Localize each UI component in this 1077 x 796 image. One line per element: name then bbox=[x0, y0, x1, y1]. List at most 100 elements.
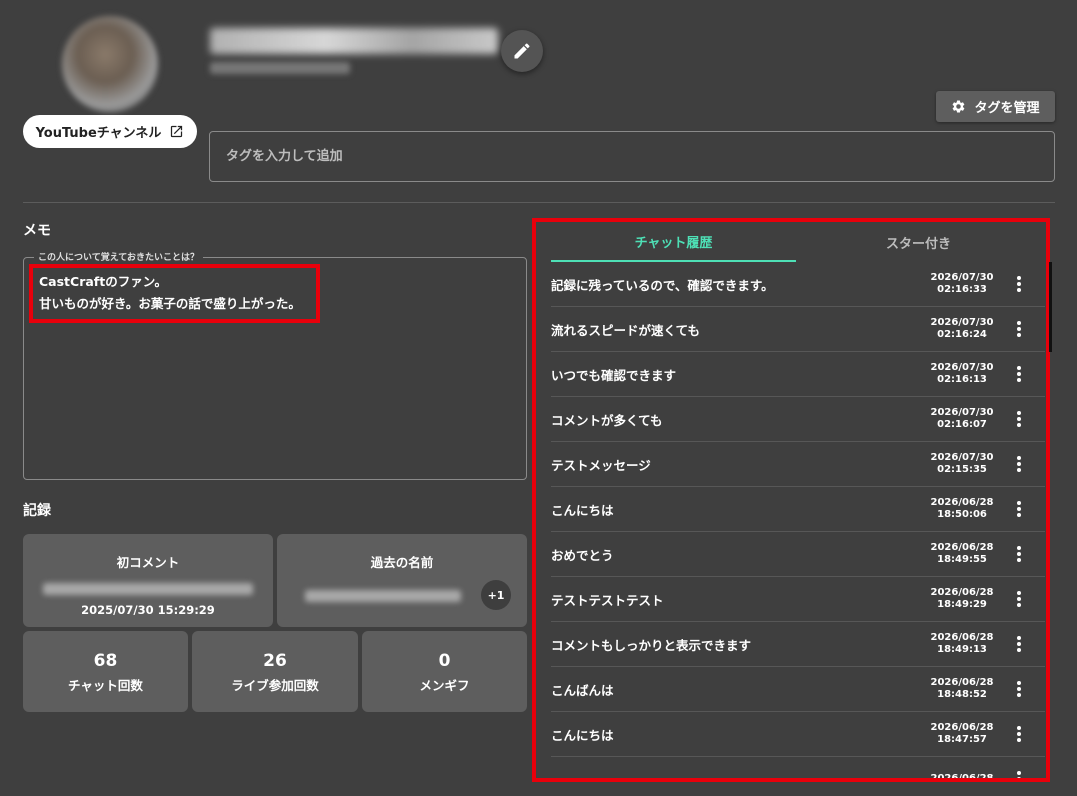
first-comment-label: 初コメント bbox=[116, 555, 180, 570]
chat-time: 18:49:13 bbox=[937, 644, 987, 655]
chat-date: 2026/06/28 bbox=[930, 542, 994, 553]
stat-value: 68 bbox=[93, 651, 118, 671]
chat-message-text: いつでも確認できます bbox=[551, 367, 677, 383]
past-name-blurred bbox=[305, 590, 461, 602]
more-vert-icon bbox=[1017, 321, 1021, 337]
stat-label: メンギフ bbox=[419, 678, 470, 693]
chat-timestamp: 2026/06/28 18:49:55 bbox=[927, 542, 997, 566]
chat-date: 2026/06/28 bbox=[930, 587, 994, 598]
more-vert-icon bbox=[1017, 546, 1021, 562]
chat-row[interactable]: こんにちは 2026/06/28 18:47:57 bbox=[551, 712, 1045, 757]
chat-tabs: チャット履歴 スター付き bbox=[551, 222, 1041, 262]
channel-name-blurred bbox=[210, 28, 498, 54]
more-vert-icon bbox=[1017, 276, 1021, 292]
chat-message-text: こんにちは bbox=[551, 502, 614, 518]
first-comment-card: 初コメント 2025/07/30 15:29:29 bbox=[23, 534, 273, 627]
chat-row[interactable]: おめでとう 2026/06/28 18:49:55 bbox=[551, 532, 1045, 577]
chat-row[interactable]: コメントもしっかりと表示できます 2026/06/28 18:49:13 bbox=[551, 622, 1045, 667]
first-comment-text-blurred bbox=[43, 583, 253, 595]
stat-value: 0 bbox=[438, 651, 451, 671]
divider bbox=[23, 202, 1055, 203]
more-vert-icon bbox=[1017, 726, 1021, 742]
chat-timestamp: 2026/06/28 18:50:06 bbox=[927, 497, 997, 521]
more-vert-icon bbox=[1017, 411, 1021, 427]
more-options-button[interactable] bbox=[1007, 269, 1031, 299]
chat-timestamp: 2026/07/30 02:15:35 bbox=[927, 452, 997, 476]
chat-timestamp: 2026/06/28 18:49:29 bbox=[927, 587, 997, 611]
chat-date: 2026/06/28 bbox=[930, 722, 994, 733]
more-options-button[interactable] bbox=[1007, 404, 1031, 434]
chat-row[interactable]: いつでも確認できます 2026/07/30 02:16:13 bbox=[551, 352, 1045, 397]
more-options-button[interactable] bbox=[1007, 539, 1031, 569]
edit-profile-button[interactable] bbox=[501, 30, 543, 72]
chat-history-panel: チャット履歴 スター付き 記録に残っているので、確認できます。 2026/07/3… bbox=[532, 218, 1050, 782]
youtube-channel-button[interactable]: YouTubeチャンネル bbox=[23, 115, 197, 148]
past-names-card: 過去の名前 +1 bbox=[277, 534, 527, 627]
manage-tags-button[interactable]: タグを管理 bbox=[936, 91, 1055, 122]
chat-row[interactable]: コメントが多くても 2026/07/30 02:16:07 bbox=[551, 397, 1045, 442]
chat-timestamp: 2026/07/30 02:16:13 bbox=[927, 362, 997, 386]
stat-card-member-gift: 0 メンギフ bbox=[362, 631, 527, 712]
chat-row[interactable]: 2026/06/28 bbox=[551, 757, 1045, 778]
scrollbar[interactable] bbox=[1049, 262, 1052, 352]
more-options-button[interactable] bbox=[1007, 359, 1031, 389]
chat-date: 2026/07/30 bbox=[930, 272, 994, 283]
pencil-icon bbox=[514, 43, 530, 59]
more-vert-icon bbox=[1017, 456, 1021, 472]
channel-handle-blurred bbox=[210, 62, 350, 74]
more-options-button[interactable] bbox=[1007, 719, 1031, 749]
more-vert-icon bbox=[1017, 501, 1021, 517]
chat-row[interactable]: 流れるスピードが速くても 2026/07/30 02:16:24 bbox=[551, 307, 1045, 352]
chat-row[interactable]: 記録に残っているので、確認できます。 2026/07/30 02:16:33 bbox=[551, 262, 1045, 307]
chat-timestamp: 2026/06/28 18:47:57 bbox=[927, 722, 997, 746]
tab-chat-history[interactable]: チャット履歴 bbox=[551, 222, 796, 262]
more-vert-icon bbox=[1017, 366, 1021, 382]
manage-tags-label: タグを管理 bbox=[974, 101, 1040, 116]
more-options-button[interactable] bbox=[1007, 584, 1031, 614]
more-options-button[interactable] bbox=[1007, 314, 1031, 344]
chat-timestamp: 2026/07/30 02:16:24 bbox=[927, 317, 997, 341]
chat-row[interactable]: こんばんは 2026/06/28 18:48:52 bbox=[551, 667, 1045, 712]
chat-row[interactable]: テストテストテスト 2026/06/28 18:49:29 bbox=[551, 577, 1045, 622]
chat-date: 2026/06/28 bbox=[930, 632, 994, 643]
chat-time: 18:47:57 bbox=[937, 734, 987, 745]
more-options-button[interactable] bbox=[1007, 764, 1031, 778]
stat-label: ライブ参加回数 bbox=[231, 678, 319, 693]
chat-message-text: テストメッセージ bbox=[551, 457, 651, 473]
gear-icon bbox=[953, 100, 965, 113]
chat-date: 2026/06/28 bbox=[930, 497, 994, 508]
more-options-button[interactable] bbox=[1007, 674, 1031, 704]
chat-time: 18:50:06 bbox=[937, 509, 987, 520]
more-names-badge[interactable]: +1 bbox=[481, 580, 511, 610]
chat-time: 18:49:29 bbox=[937, 599, 987, 610]
external-link-icon bbox=[171, 125, 183, 138]
chat-message-text: おめでとう bbox=[551, 547, 614, 563]
more-options-button[interactable] bbox=[1007, 629, 1031, 659]
more-vert-icon bbox=[1017, 771, 1021, 778]
chat-time: 02:16:13 bbox=[937, 374, 987, 385]
chat-date: 2026/07/30 bbox=[930, 452, 994, 463]
tag-input[interactable] bbox=[209, 131, 1055, 182]
chat-timestamp: 2026/07/30 02:16:33 bbox=[927, 272, 997, 296]
chat-message-text: テストテストテスト bbox=[551, 592, 664, 608]
chat-message-text: 流れるスピードが速くても bbox=[551, 322, 701, 338]
more-vert-icon bbox=[1017, 636, 1021, 652]
chat-time: 02:16:24 bbox=[937, 329, 987, 340]
chat-date: 2026/06/28 bbox=[930, 677, 994, 688]
chat-message-text: コメントが多くても bbox=[551, 412, 663, 428]
memo-title: メモ bbox=[23, 223, 51, 239]
chat-row[interactable]: テストメッセージ 2026/07/30 02:15:35 bbox=[551, 442, 1045, 487]
chat-time: 02:16:07 bbox=[937, 419, 987, 430]
chat-timestamp: 2026/06/28 bbox=[927, 773, 997, 778]
stat-value: 26 bbox=[263, 651, 287, 671]
more-options-button[interactable] bbox=[1007, 449, 1031, 479]
stat-label: チャット回数 bbox=[68, 678, 143, 693]
chat-timestamp: 2026/06/28 18:49:13 bbox=[927, 632, 997, 656]
more-options-button[interactable] bbox=[1007, 494, 1031, 524]
chat-timestamp: 2026/07/30 02:16:07 bbox=[927, 407, 997, 431]
memo-field-label: この人について覚えておきたいことは？ bbox=[34, 250, 204, 263]
user-avatar bbox=[62, 16, 158, 112]
chat-message-text: 記録に残っているので、確認できます。 bbox=[551, 277, 774, 293]
tab-starred[interactable]: スター付き bbox=[796, 222, 1041, 262]
chat-row[interactable]: こんにちは 2026/06/28 18:50:06 bbox=[551, 487, 1045, 532]
